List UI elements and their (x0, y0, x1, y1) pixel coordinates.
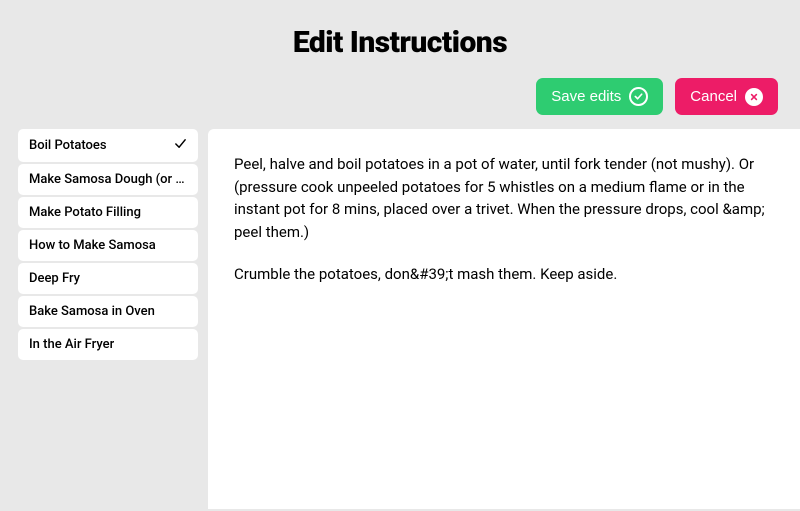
sidebar-item-deep-fry[interactable]: Deep Fry (18, 263, 198, 294)
cancel-button[interactable]: Cancel (675, 78, 778, 115)
save-button-label: Save edits (551, 88, 621, 105)
cancel-button-label: Cancel (690, 88, 737, 105)
sidebar-item-boil-potatoes[interactable]: Boil Potatoes (18, 129, 198, 162)
step-sidebar: Boil Potatoes Make Samosa Dough (or u...… (18, 129, 198, 509)
sidebar-item-bake-oven[interactable]: Bake Samosa in Oven (18, 296, 198, 327)
sidebar-item-label: Bake Samosa in Oven (29, 304, 155, 319)
page-title: Edit Instructions (0, 25, 800, 60)
instruction-content[interactable]: Peel, halve and boil potatoes in a pot o… (208, 129, 800, 509)
sidebar-item-make-samosa[interactable]: How to Make Samosa (18, 230, 198, 261)
sidebar-item-label: Boil Potatoes (29, 138, 107, 153)
sidebar-item-make-dough[interactable]: Make Samosa Dough (or u... (18, 164, 198, 195)
save-button[interactable]: Save edits (536, 78, 663, 115)
sidebar-item-label: How to Make Samosa (29, 238, 156, 253)
instruction-paragraph: Crumble the potatoes, don&#39;t mash the… (234, 263, 774, 286)
sidebar-item-air-fryer[interactable]: In the Air Fryer (18, 329, 198, 360)
sidebar-item-label: Deep Fry (29, 271, 80, 286)
sidebar-item-label: In the Air Fryer (29, 337, 114, 352)
close-icon (745, 88, 763, 106)
sidebar-item-potato-filling[interactable]: Make Potato Filling (18, 197, 198, 228)
sidebar-item-label: Make Potato Filling (29, 205, 141, 220)
check-icon (174, 137, 187, 154)
instruction-paragraph: Peel, halve and boil potatoes in a pot o… (234, 153, 774, 243)
action-buttons: Save edits Cancel (0, 78, 800, 129)
main-layout: Boil Potatoes Make Samosa Dough (or u...… (0, 129, 800, 509)
sidebar-item-label: Make Samosa Dough (or u... (29, 172, 187, 187)
check-icon (629, 87, 648, 106)
page-header: Edit Instructions (0, 0, 800, 78)
